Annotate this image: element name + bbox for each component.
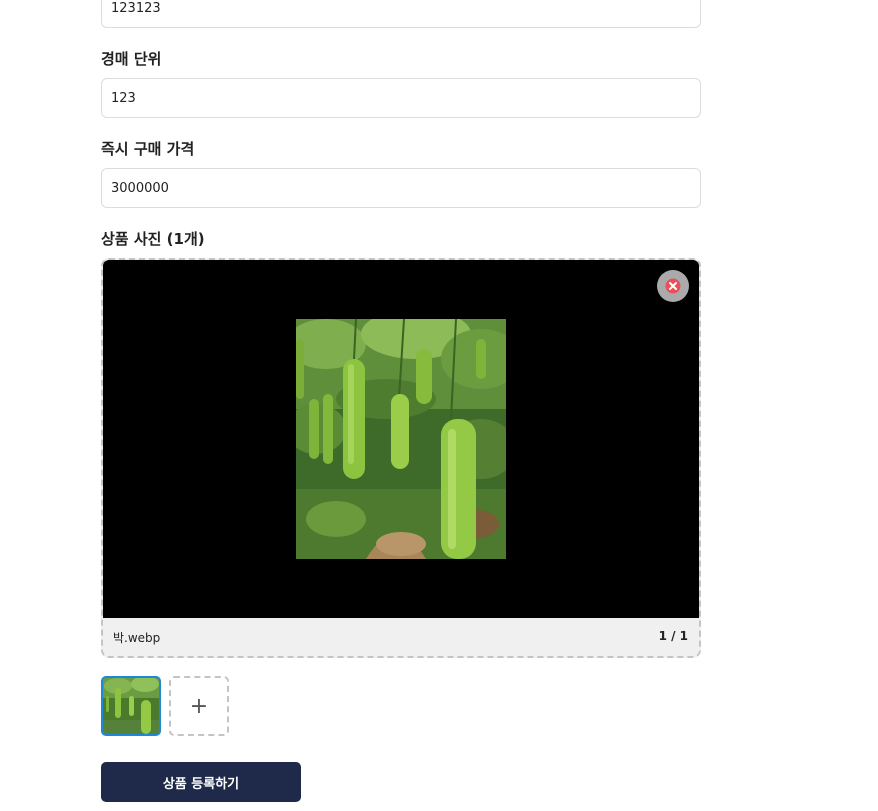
product-photos-label: 상품 사진 (1개) — [101, 228, 205, 249]
photo-viewer: 박.webp 1 / 1 — [101, 258, 701, 658]
add-photo-button[interactable]: + — [169, 676, 229, 736]
photo-thumbnail[interactable] — [101, 676, 161, 736]
plus-icon: + — [189, 693, 209, 719]
reserve-price-input[interactable] — [101, 0, 701, 28]
photo-viewer-footer: 박.webp 1 / 1 — [103, 618, 699, 656]
product-photos-title: 상품 사진 — [101, 230, 162, 248]
product-register-form: 경매 단위 즉시 구매 가격 상품 사진 (1개) — [0, 0, 878, 811]
photo-file-name: 박.webp — [113, 631, 161, 645]
product-photo — [296, 319, 506, 559]
bid-unit-label: 경매 단위 — [101, 50, 162, 68]
bid-unit-input[interactable] — [101, 78, 701, 118]
photo-pager: 1 / 1 — [658, 629, 688, 643]
buy-now-price-label: 즉시 구매 가격 — [101, 140, 195, 158]
close-circle-icon — [665, 278, 681, 294]
remove-photo-button[interactable] — [657, 270, 689, 302]
submit-product-button[interactable]: 상품 등록하기 — [101, 762, 301, 802]
buy-now-price-input[interactable] — [101, 168, 701, 208]
photo-count: (1개) — [166, 230, 205, 248]
photo-stage — [103, 260, 699, 618]
